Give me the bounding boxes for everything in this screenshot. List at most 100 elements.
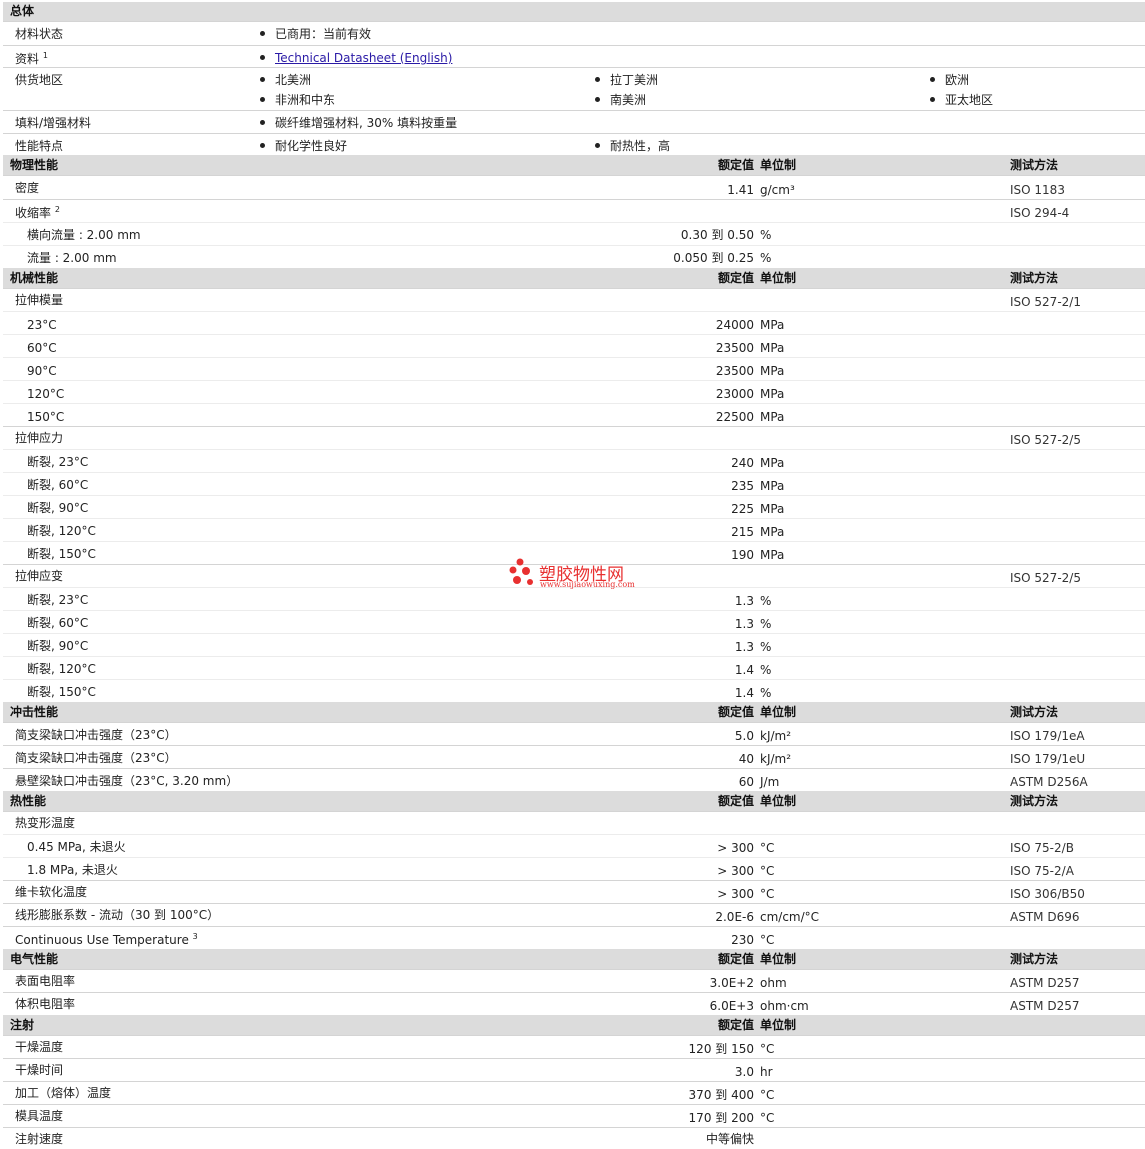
technical-datasheet-link[interactable]: Technical Datasheet (English): [275, 51, 452, 65]
property-label: 线形膨胀系数 - 流动（30 到 100°C）: [15, 908, 220, 922]
condition-label: 断裂, 120°C: [27, 524, 96, 538]
row-impact: 简支梁缺口冲击强度（23°C） 40 kJ/m² ISO 179/1eU: [3, 745, 1145, 768]
test-method: ASTM D257: [1010, 999, 1080, 1013]
property-unit: MPa: [760, 364, 785, 378]
unit-header: 单位制: [760, 271, 797, 285]
row-label: 供货地区: [15, 73, 64, 87]
property-value: > 300: [717, 841, 754, 855]
footnote-marker: 2: [54, 205, 60, 214]
condition-label: 断裂, 120°C: [27, 662, 96, 676]
section-title: 热性能: [10, 794, 47, 808]
property-label: 悬壁梁缺口冲击强度（23°C, 3.20 mm）: [15, 774, 239, 788]
test-method: ISO 527-2/5: [1010, 433, 1081, 447]
test-header: 测试方法: [1010, 271, 1059, 285]
row-shrinkage: 收缩率 2 ISO 294-4: [3, 199, 1145, 222]
region-item: 非洲和中东: [260, 94, 335, 106]
property-unit: °C: [760, 1088, 775, 1102]
nominal-header: 额定值: [717, 794, 754, 808]
bullet-item: 碳纤维增强材料, 30% 填料按重量: [260, 117, 457, 129]
property-unit: MPa: [760, 456, 785, 470]
test-method: ISO 179/1eU: [1010, 752, 1086, 766]
condition-label: 断裂, 150°C: [27, 547, 96, 561]
property-unit: %: [760, 228, 772, 242]
nominal-header: 额定值: [717, 271, 754, 285]
property-label: 密度: [15, 181, 40, 195]
property-label: 拉伸模量: [15, 293, 64, 307]
footnote-marker: 3: [192, 932, 198, 941]
row-stress-condition: 断裂, 60°C 235 MPa: [3, 472, 1145, 495]
property-label: 注射速度: [15, 1132, 64, 1146]
unit-header: 单位制: [760, 794, 797, 808]
condition-label: 23°C: [27, 318, 57, 332]
row-injection: 加工（熔体）温度 370 到 400 °C: [3, 1081, 1145, 1104]
property-unit: °C: [760, 887, 775, 901]
bullet-dot-icon: [930, 77, 935, 82]
property-unit: kJ/m²: [760, 752, 792, 766]
property-label: 热变形温度: [15, 816, 76, 830]
property-unit: °C: [760, 841, 775, 855]
property-value: 23500: [715, 341, 754, 355]
condition-label: 60°C: [27, 341, 57, 355]
property-label: 加工（熔体）温度: [15, 1086, 112, 1100]
property-label: 干燥时间: [15, 1063, 64, 1077]
row-strain-condition: 断裂, 90°C 1.3 %: [3, 633, 1145, 656]
test-method: ISO 75-2/A: [1010, 864, 1074, 878]
property-unit: MPa: [760, 387, 785, 401]
property-value: 1.3: [734, 594, 754, 608]
property-value: 1.3: [734, 640, 754, 654]
property-unit: %: [760, 640, 772, 654]
property-label: 简支梁缺口冲击强度（23°C）: [15, 728, 177, 742]
row-stress-condition: 断裂, 90°C 225 MPa: [3, 495, 1145, 518]
test-method: ISO 527-2/5: [1010, 571, 1081, 585]
condition-label: 0.45 MPa, 未退火: [27, 840, 126, 854]
property-label: 收缩率 2: [15, 205, 60, 220]
region-item: 亚太地区: [930, 94, 993, 106]
unit-header: 单位制: [760, 1018, 797, 1032]
bullet-dot-icon: [930, 97, 935, 102]
row-density: 密度 1.41 g/cm³ ISO 1183: [3, 175, 1145, 199]
row-label: 填料/增强材料: [15, 116, 92, 130]
property-value: > 300: [717, 887, 754, 901]
region-item: 北美洲: [260, 74, 311, 86]
condition-label: 断裂, 90°C: [27, 639, 89, 653]
condition-label: 90°C: [27, 364, 57, 378]
property-unit: %: [760, 251, 772, 265]
watermark-url: www.sujiaowuxing.com: [540, 580, 635, 589]
bullet-dot-icon: [260, 55, 265, 60]
property-value: 22500: [715, 410, 754, 424]
section-electrical-header: 电气性能 额定值 单位制 测试方法: [3, 949, 1145, 969]
unit-header: 单位制: [760, 705, 797, 719]
property-label: 拉伸应力: [15, 431, 64, 445]
row-injection: 注射速度 中等偏快: [3, 1127, 1145, 1149]
condition-label: 断裂, 150°C: [27, 685, 96, 699]
row-filler: 填料/增强材料 碳纤维增强材料, 30% 填料按重量: [3, 110, 1145, 133]
property-label: 干燥温度: [15, 1040, 64, 1054]
property-value: 5.0: [734, 729, 754, 743]
property-label: Continuous Use Temperature 3: [15, 932, 198, 947]
property-value: 23500: [715, 364, 754, 378]
unit-header: 单位制: [760, 158, 797, 172]
condition-label: 流量 : 2.00 mm: [27, 251, 117, 265]
bullet-dot-icon: [260, 77, 265, 82]
region-item: 欧洲: [930, 74, 969, 86]
property-unit: kJ/m²: [760, 729, 792, 743]
row-hdt-condition: 1.8 MPa, 未退火 > 300 °C ISO 75-2/A: [3, 857, 1145, 880]
property-label: 维卡软化温度: [15, 885, 88, 899]
section-general-header: 总体: [3, 2, 1145, 21]
property-value: 225: [731, 502, 754, 516]
property-value: 190: [731, 548, 754, 562]
property-unit: MPa: [760, 548, 785, 562]
property-value: 240: [731, 456, 754, 470]
row-injection: 干燥温度 120 到 150 °C: [3, 1035, 1145, 1058]
row-impact: 悬壁梁缺口冲击强度（23°C, 3.20 mm） 60 J/m ASTM D25…: [3, 768, 1145, 791]
row-injection: 模具温度 170 到 200 °C: [3, 1104, 1145, 1127]
row-modulus-condition: 150°C 22500 MPa: [3, 403, 1145, 426]
test-method: ASTM D257: [1010, 976, 1080, 990]
test-header: 测试方法: [1010, 705, 1059, 719]
property-value: 3.0: [734, 1065, 754, 1079]
property-unit: MPa: [760, 525, 785, 539]
property-value: 120 到 150: [688, 1042, 754, 1056]
row-label: 材料状态: [15, 27, 64, 41]
property-value: 0.050 到 0.25: [673, 251, 754, 265]
row-stress-condition: 断裂, 23°C 240 MPa: [3, 449, 1145, 472]
